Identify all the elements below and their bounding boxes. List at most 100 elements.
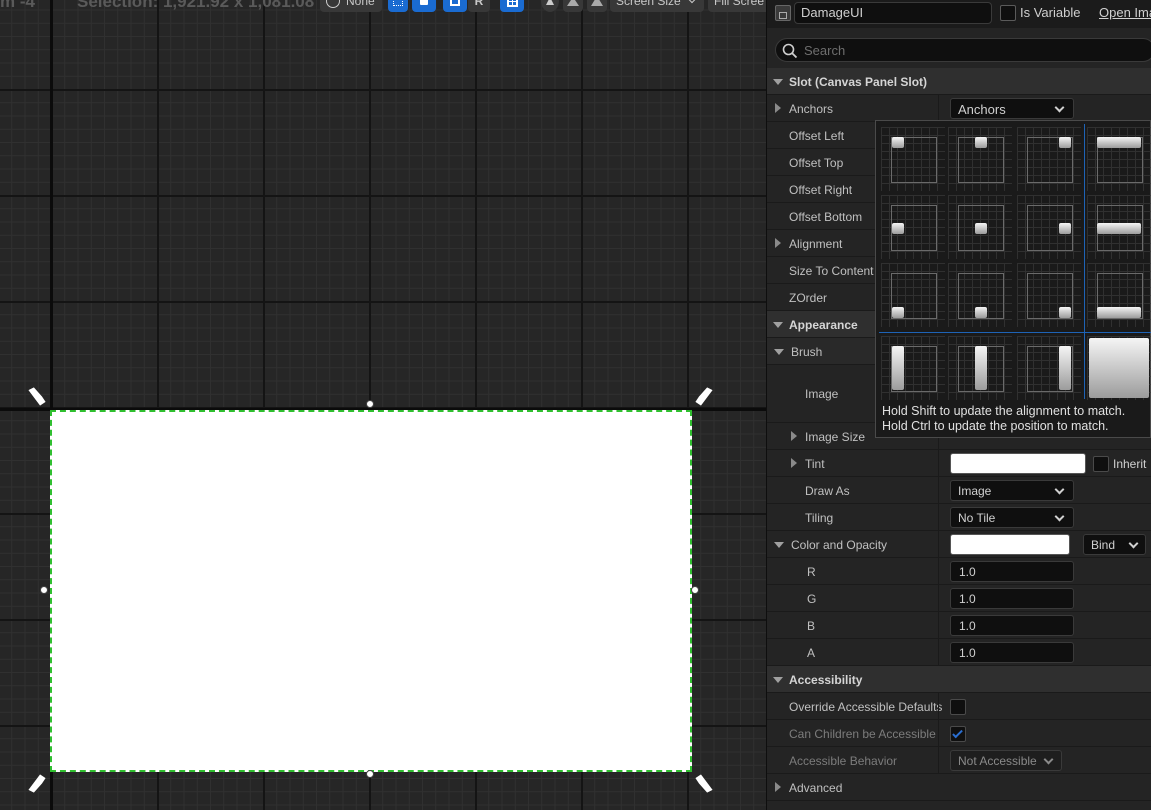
accessible-behavior-label: Accessible Behavior [789, 754, 898, 768]
anchor-corner-bottom-right-icon[interactable] [695, 774, 715, 794]
channel-g-row: G 1.0 [767, 585, 1151, 612]
slot-section-label: Slot (Canvas Panel Slot) [789, 75, 928, 89]
children-accessible-checkbox[interactable] [950, 726, 966, 742]
collapse-arrow-icon [774, 349, 784, 355]
slot-section-header[interactable]: Slot (Canvas Panel Slot) [767, 68, 1151, 95]
details-search-box[interactable] [775, 38, 1151, 62]
override-defaults-checkbox[interactable] [950, 699, 966, 715]
color-opacity-swatch[interactable] [950, 534, 1070, 555]
fill-screen-dropdown[interactable]: Fill Scree [708, 0, 766, 12]
anchor-preset-center-center-button[interactable] [948, 195, 1012, 259]
anchor-preset-bottom-left-button[interactable] [881, 263, 945, 327]
warning-icon [591, 0, 603, 6]
resize-handle-right[interactable] [691, 586, 699, 594]
collapse-arrow-icon[interactable] [774, 542, 784, 548]
accessibility-section-header[interactable]: Accessibility [767, 666, 1151, 693]
background-image-button[interactable] [563, 0, 583, 12]
tint-label: Tint [805, 457, 825, 471]
tiling-dropdown[interactable]: No Tile [950, 507, 1074, 528]
anchor-preset-center-stretch-button[interactable] [1087, 195, 1151, 259]
anchor-corner-top-left-icon[interactable] [26, 386, 46, 406]
bind-dropdown[interactable]: Bind [1083, 534, 1146, 555]
widget-name-field[interactable]: DamageUI [794, 2, 992, 24]
anchor-preset-top-left-button[interactable] [881, 127, 945, 191]
mountain-icon [567, 0, 579, 6]
cursor-icon [546, 0, 554, 5]
column-divider [938, 477, 939, 504]
expand-arrow-icon[interactable] [775, 238, 781, 248]
open-image-link[interactable]: Open Ima [1099, 5, 1151, 20]
anchor-preset-stretch-center-button[interactable] [948, 336, 1012, 400]
resize-handle-top[interactable] [366, 400, 374, 408]
offset-right-label: Offset Right [789, 183, 853, 197]
grid-snap-toggle[interactable] [500, 0, 524, 12]
anchor-preset-bottom-center-button[interactable] [948, 263, 1012, 327]
dotted-square-icon [393, 0, 403, 6]
expand-arrow-icon[interactable] [791, 431, 797, 441]
channel-g-field[interactable]: 1.0 [950, 588, 1074, 609]
cursor-mode-button[interactable] [541, 0, 559, 12]
r-toggle-button[interactable]: R [468, 0, 490, 12]
search-input[interactable] [804, 41, 1134, 59]
anchor-preset-bottom-stretch-button[interactable] [1087, 263, 1151, 327]
anchor-preset-top-center-button[interactable] [948, 127, 1012, 191]
channel-r-field[interactable]: 1.0 [950, 561, 1074, 582]
respect-locks-toggle[interactable] [412, 0, 436, 12]
r-toggle-label: R [474, 0, 484, 8]
screen-size-dropdown[interactable]: Screen Size [610, 0, 704, 12]
anchor-preset-stretch-left-button[interactable] [881, 336, 945, 400]
chevron-down-icon [1054, 102, 1065, 113]
accessible-behavior-row: Accessible Behavior Not Accessible [767, 747, 1151, 774]
advanced-row[interactable]: Advanced [767, 774, 1151, 801]
layout-mode-toggle[interactable] [443, 0, 467, 12]
grid-snap-value[interactable]: 4 [528, 0, 535, 3]
anchor-preset-icon [1059, 223, 1071, 234]
details-header: DamageUI Is Variable Open Ima [767, 0, 1151, 28]
anchors-hint-text: Hold Shift to update the alignment to ma… [882, 404, 1125, 434]
chevron-down-icon [1054, 484, 1065, 495]
channel-b-field[interactable]: 1.0 [950, 615, 1074, 636]
column-divider [938, 693, 939, 720]
anchor-corner-bottom-left-icon[interactable] [26, 774, 46, 794]
anchor-corner-top-right-icon[interactable] [695, 386, 715, 406]
anchor-preset-bottom-right-button[interactable] [1017, 263, 1081, 327]
anchor-preset-center-right-button[interactable] [1017, 195, 1081, 259]
expand-arrow-icon[interactable] [775, 103, 781, 113]
anchor-preset-icon [975, 307, 987, 318]
alignment-label: Alignment [789, 237, 843, 251]
screen-size-label: Screen Size [616, 0, 681, 8]
accessible-behavior-dropdown[interactable]: Not Accessible [950, 750, 1062, 771]
is-variable-label: Is Variable [1020, 5, 1081, 20]
is-variable-checkbox[interactable] [1000, 5, 1016, 21]
dashed-outline-toggle[interactable] [388, 0, 408, 12]
draw-as-dropdown[interactable]: Image [950, 480, 1074, 501]
anchor-preset-top-right-button[interactable] [1017, 127, 1081, 191]
override-defaults-label: Override Accessible Defaults [789, 700, 943, 714]
column-divider [938, 639, 939, 666]
resize-handle-left[interactable] [40, 586, 48, 594]
tint-color-swatch[interactable] [950, 453, 1086, 474]
inherit-checkbox[interactable] [1093, 456, 1109, 472]
channel-a-field[interactable]: 1.0 [950, 642, 1074, 663]
anchor-preset-stretch-stretch-button[interactable] [1087, 336, 1151, 400]
damage-ui-image-widget[interactable] [50, 410, 692, 772]
chevron-down-icon [687, 0, 696, 4]
resize-handle-bottom[interactable] [366, 770, 374, 778]
anchor-stretch-divider-vertical [1084, 124, 1085, 399]
designer-viewport[interactable]: m -4 Selection: 1,921.92 x 1,081.08 None… [0, 0, 766, 810]
tiling-value: No Tile [958, 511, 996, 525]
accessibility-section-label: Accessibility [789, 673, 863, 687]
warning-button[interactable] [587, 0, 607, 12]
draw-as-label: Draw As [805, 484, 850, 498]
anchor-preset-icon [975, 137, 987, 148]
expand-arrow-icon[interactable] [791, 458, 797, 468]
tint-row: Tint Inherit [767, 450, 1151, 477]
hint-line-shift: Hold Shift to update the alignment to ma… [882, 404, 1126, 418]
anchors-dropdown[interactable]: Anchors [950, 98, 1074, 119]
anchor-preset-center-left-button[interactable] [881, 195, 945, 259]
anchor-preset-top-stretch-button[interactable] [1087, 127, 1151, 191]
anchor-preset-icon [1059, 346, 1071, 390]
column-divider [938, 720, 939, 747]
locale-preview-button[interactable]: None [320, 0, 382, 12]
anchor-preset-stretch-right-button[interactable] [1017, 336, 1081, 400]
